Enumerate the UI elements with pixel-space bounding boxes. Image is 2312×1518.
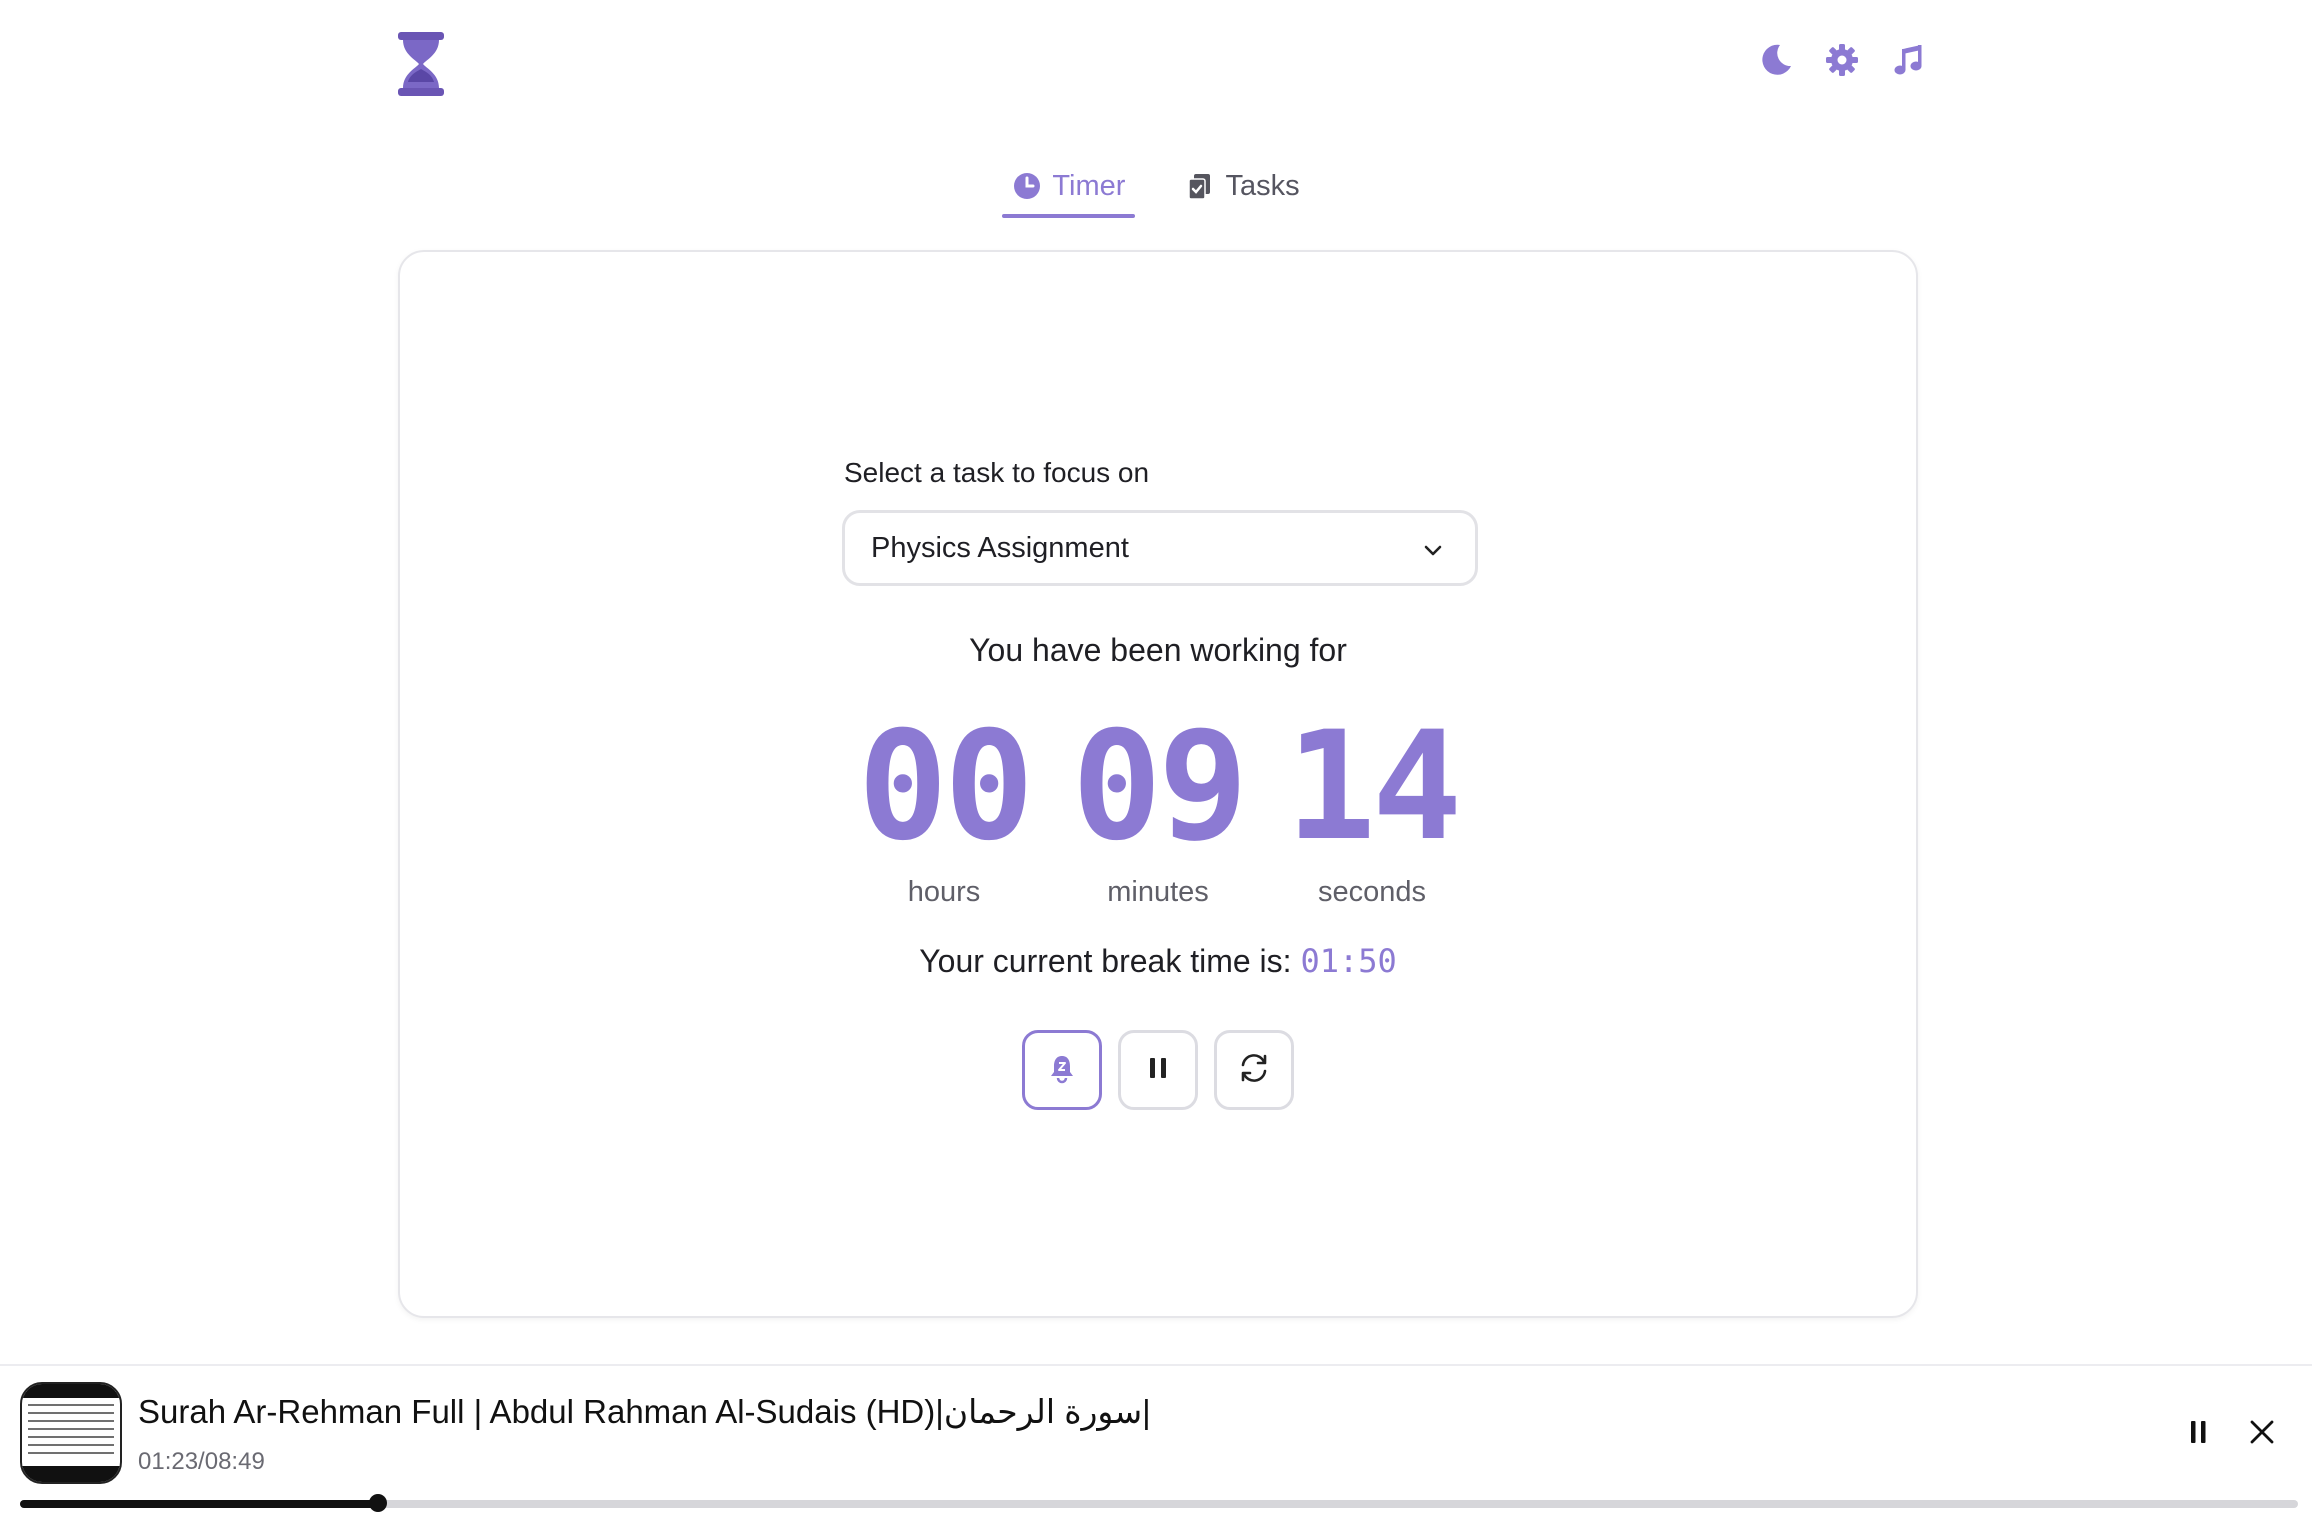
tab-timer[interactable]: Timer xyxy=(1002,160,1136,218)
track-title: Surah Ar-Rehman Full | Abdul Rahman Al-S… xyxy=(138,1393,1151,1430)
hourglass-icon[interactable] xyxy=(396,30,446,98)
hours-unit: 00 hours xyxy=(854,700,1035,909)
seconds-label: seconds xyxy=(1317,876,1426,908)
minutes-unit: 09 minutes xyxy=(1068,700,1249,909)
pause-button[interactable] xyxy=(1118,1030,1198,1110)
minutes-label: minutes xyxy=(1107,876,1209,908)
track-thumbnail xyxy=(20,1382,122,1484)
moon-icon[interactable] xyxy=(1756,40,1796,80)
pause-icon xyxy=(2184,1418,2212,1451)
playback-progress[interactable] xyxy=(20,1494,2298,1512)
task-select-value: Physics Assignment xyxy=(871,531,1129,564)
music-note-icon[interactable] xyxy=(1888,40,1928,80)
seconds-value: 14 xyxy=(1285,700,1463,874)
break-time: 01:50 xyxy=(1300,942,1397,980)
tab-bar: Timer Tasks xyxy=(0,160,2312,220)
seconds-unit: 14 seconds xyxy=(1282,700,1463,909)
minutes-value: 09 xyxy=(1071,700,1249,874)
take-break-button[interactable] xyxy=(1022,1030,1102,1110)
gear-icon[interactable] xyxy=(1822,40,1862,80)
timer-controls xyxy=(400,1030,1916,1110)
player-pause-button[interactable] xyxy=(2176,1412,2220,1456)
track-time: 01:23/08:49 xyxy=(138,1448,265,1475)
chevron-down-icon xyxy=(1421,537,1445,561)
top-bar xyxy=(0,0,2312,130)
tab-timer-label: Timer xyxy=(1052,169,1126,202)
break-info: Your current break time is: 01:50 xyxy=(400,942,1916,980)
playback-progress-fill xyxy=(20,1500,378,1508)
pause-icon xyxy=(1144,1054,1172,1087)
break-text: Your current break time is: xyxy=(919,943,1292,979)
task-select-label: Select a task to focus on xyxy=(844,457,1150,488)
clipboard-check-icon xyxy=(1185,171,1215,201)
clock-icon xyxy=(1012,171,1042,201)
elapsed-clock: 00 hours 09 minutes 14 seconds xyxy=(400,712,1916,909)
bell-snooze-icon xyxy=(1046,1052,1078,1089)
hours-label: hours xyxy=(907,876,981,908)
tab-tasks-label: Tasks xyxy=(1225,169,1300,202)
tab-tasks[interactable]: Tasks xyxy=(1175,160,1309,212)
playback-progress-handle[interactable] xyxy=(368,1494,387,1512)
reset-button[interactable] xyxy=(1214,1030,1294,1110)
task-select[interactable]: Physics Assignment xyxy=(842,510,1478,586)
refresh-icon xyxy=(1236,1050,1272,1091)
close-icon xyxy=(2248,1418,2276,1451)
player-close-button[interactable] xyxy=(2240,1412,2284,1456)
timer-card: Select a task to focus on Physics Assign… xyxy=(398,250,1918,1318)
audio-player: Surah Ar-Rehman Full | Abdul Rahman Al-S… xyxy=(0,1364,2312,1518)
hours-value: 00 xyxy=(857,700,1035,874)
working-text: You have been working for xyxy=(969,632,1347,668)
header-actions xyxy=(1756,40,1928,80)
